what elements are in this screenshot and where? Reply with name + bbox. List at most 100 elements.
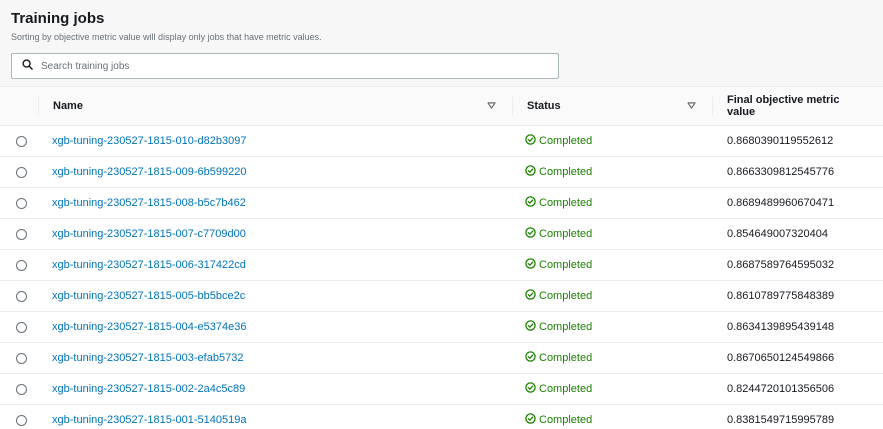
status-label: Completed	[539, 352, 593, 364]
training-jobs-table: Name Status Final objective metric value…	[0, 86, 883, 429]
row-radio-button[interactable]	[15, 414, 27, 426]
status-indicator: Completed	[525, 320, 592, 334]
select-column-header	[0, 87, 38, 126]
status-cell: Completed	[512, 405, 712, 429]
status-cell: Completed	[512, 126, 712, 157]
metric-value-cell: 0.8244720101356506	[727, 383, 835, 395]
job-name-link[interactable]: xgb-tuning-230527-1815-009-6b599220	[52, 166, 247, 178]
row-select-cell	[0, 250, 38, 281]
job-name-cell: xgb-tuning-230527-1815-004-e5374e36	[38, 312, 512, 343]
status-label: Completed	[539, 383, 593, 395]
status-indicator: Completed	[525, 289, 592, 303]
row-radio-button[interactable]	[15, 259, 27, 271]
job-name-cell: xgb-tuning-230527-1815-009-6b599220	[38, 157, 512, 188]
status-indicator: Completed	[525, 227, 592, 241]
metric-value-cell: 0.8381549715995789	[727, 414, 835, 427]
row-select-cell	[0, 219, 38, 250]
row-radio-button[interactable]	[15, 166, 27, 178]
metric-value-cell: 0.8670650124549866	[727, 352, 835, 364]
check-circle-icon	[525, 382, 539, 396]
job-name-cell: xgb-tuning-230527-1815-008-b5c7b462	[38, 188, 512, 219]
table-row[interactable]: xgb-tuning-230527-1815-008-b5c7b462 Compl…	[0, 187, 883, 219]
column-header-name[interactable]: Name	[38, 87, 512, 126]
job-name-link[interactable]: xgb-tuning-230527-1815-004-e5374e36	[52, 321, 247, 333]
table-row[interactable]: xgb-tuning-230527-1815-004-e5374e36 Compl…	[0, 311, 883, 343]
table-row[interactable]: xgb-tuning-230527-1815-002-2a4c5c89 Compl…	[0, 373, 883, 405]
row-radio-button[interactable]	[15, 135, 27, 147]
row-radio-button[interactable]	[15, 228, 27, 240]
status-cell: Completed	[512, 219, 712, 250]
row-select-cell	[0, 157, 38, 188]
search-box[interactable]	[11, 53, 559, 79]
check-circle-icon	[525, 134, 539, 148]
job-name-cell: xgb-tuning-230527-1815-010-d82b3097	[38, 126, 512, 157]
status-label: Completed	[539, 259, 593, 271]
check-circle-icon	[525, 196, 539, 210]
check-circle-icon	[525, 289, 539, 303]
metric-value-cell: 0.8687589764595032	[727, 259, 835, 271]
status-indicator: Completed	[525, 165, 592, 179]
job-name-cell: xgb-tuning-230527-1815-003-efab5732	[38, 343, 512, 374]
check-circle-icon	[525, 351, 539, 365]
check-circle-icon	[525, 227, 539, 241]
search-icon	[22, 57, 33, 75]
table-row[interactable]: xgb-tuning-230527-1815-005-bb5bce2c Compl…	[0, 280, 883, 312]
status-label: Completed	[539, 414, 593, 427]
job-name-cell: xgb-tuning-230527-1815-001-5140519a	[38, 405, 512, 429]
caret-down-icon[interactable]	[487, 100, 496, 112]
column-header-status[interactable]: Status	[512, 87, 712, 126]
status-cell: Completed	[512, 312, 712, 343]
job-name-link[interactable]: xgb-tuning-230527-1815-005-bb5bce2c	[52, 290, 245, 302]
check-circle-icon	[525, 165, 539, 179]
status-indicator: Completed	[525, 351, 592, 365]
status-cell: Completed	[512, 188, 712, 219]
table-row[interactable]: xgb-tuning-230527-1815-010-d82b3097 Compl…	[0, 125, 883, 157]
job-name-cell: xgb-tuning-230527-1815-005-bb5bce2c	[38, 281, 512, 312]
search-input[interactable]	[41, 60, 521, 72]
metric-value-cell: 0.8634139895439148	[727, 321, 835, 333]
job-name-link[interactable]: xgb-tuning-230527-1815-007-c7709d00	[52, 228, 246, 240]
table-row[interactable]: xgb-tuning-230527-1815-009-6b599220 Compl…	[0, 156, 883, 188]
row-radio-button[interactable]	[15, 352, 27, 364]
status-cell: Completed	[512, 343, 712, 374]
job-name-link[interactable]: xgb-tuning-230527-1815-002-2a4c5c89	[52, 383, 245, 395]
column-header-metric[interactable]: Final objective metric value	[712, 87, 883, 126]
job-name-link[interactable]: xgb-tuning-230527-1815-008-b5c7b462	[52, 197, 246, 209]
row-radio-button[interactable]	[15, 383, 27, 395]
row-radio-button[interactable]	[15, 290, 27, 302]
status-cell: Completed	[512, 374, 712, 405]
status-cell: Completed	[512, 250, 712, 281]
status-label: Completed	[539, 321, 593, 333]
status-label: Completed	[539, 197, 593, 209]
metric-value-cell: 0.8610789775848389	[727, 290, 835, 302]
status-indicator: Completed	[525, 413, 592, 427]
status-cell: Completed	[512, 281, 712, 312]
job-name-cell: xgb-tuning-230527-1815-007-c7709d00	[38, 219, 512, 250]
table-row[interactable]: xgb-tuning-230527-1815-007-c7709d00 Compl…	[0, 218, 883, 250]
caret-down-icon[interactable]	[687, 100, 696, 112]
table-row[interactable]: xgb-tuning-230527-1815-006-317422cd Compl…	[0, 249, 883, 281]
job-name-link[interactable]: xgb-tuning-230527-1815-010-d82b3097	[52, 135, 247, 147]
status-indicator: Completed	[525, 382, 592, 396]
row-select-cell	[0, 312, 38, 343]
table-row[interactable]: xgb-tuning-230527-1815-001-5140519a Compl…	[0, 404, 883, 429]
job-name-link[interactable]: xgb-tuning-230527-1815-006-317422cd	[52, 259, 246, 271]
row-select-cell	[0, 126, 38, 157]
check-circle-icon	[525, 413, 539, 427]
table-row[interactable]: xgb-tuning-230527-1815-003-efab5732 Compl…	[0, 342, 883, 374]
metric-value-cell: 0.8689489960670471	[727, 197, 835, 209]
job-name-link[interactable]: xgb-tuning-230527-1815-001-5140519a	[52, 414, 247, 426]
status-label: Completed	[539, 135, 593, 147]
table-body: xgb-tuning-230527-1815-010-d82b3097 Compl…	[0, 125, 883, 429]
metric-value-cell: 0.854649007320404	[727, 228, 828, 240]
row-radio-button[interactable]	[15, 321, 27, 333]
column-header-status-label: Status	[527, 100, 561, 112]
row-radio-button[interactable]	[15, 197, 27, 209]
panel-header: Training jobs Sorting by objective metri…	[0, 0, 883, 86]
job-name-link[interactable]: xgb-tuning-230527-1815-003-efab5732	[52, 352, 243, 364]
row-select-cell	[0, 374, 38, 405]
status-label: Completed	[539, 166, 593, 178]
status-label: Completed	[539, 228, 593, 240]
status-cell: Completed	[512, 157, 712, 188]
training-jobs-panel: Training jobs Sorting by objective metri…	[0, 0, 883, 429]
